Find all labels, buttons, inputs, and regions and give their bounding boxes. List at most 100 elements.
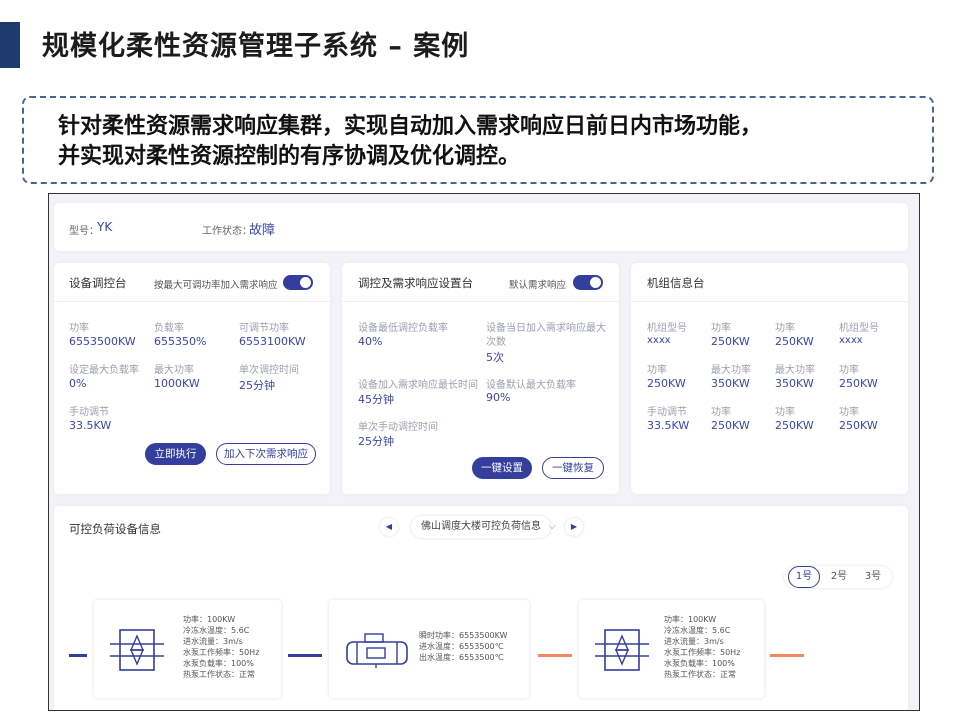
default-response-toggle-label: 默认需求响应	[509, 280, 567, 291]
slide-title: 规模化柔性资源管理子系统 – 案例	[42, 31, 470, 62]
caret-right-icon[interactable]: ▶	[565, 518, 583, 536]
field-label: 可调节功率	[239, 323, 289, 334]
max-power-toggle[interactable]	[283, 275, 313, 290]
unit-label: 功率	[647, 365, 667, 376]
return-pipe	[770, 654, 804, 657]
description-line-1: 针对柔性资源需求响应集群，实现自动加入需求响应日前日内市场功能，	[58, 114, 763, 139]
supply-pipe	[288, 654, 322, 657]
stat-line: 冷冻水温度：5.6C	[664, 626, 731, 635]
unit-label: 最大功率	[711, 365, 751, 376]
divider	[342, 301, 619, 302]
device-card[interactable]: 瞬时功率：6553500KW 进水温度：6553500℃ 出水温度：655350…	[329, 600, 529, 698]
tab-unit-3[interactable]: 3号	[858, 566, 888, 588]
stat-line: 瞬时功率：6553500KW	[419, 631, 508, 640]
field-label: 设备加入需求响应最长时间	[358, 380, 478, 391]
unit-label: 最大功率	[775, 365, 815, 376]
unit-label: 功率	[839, 365, 859, 376]
tab-unit-1[interactable]: 1号	[788, 566, 820, 588]
field-value: 655350%	[154, 335, 207, 348]
unit-label: 功率	[775, 407, 795, 418]
device-panel-title: 设备调控台	[69, 276, 127, 290]
response-settings-panel: 调控及需求响应设置台 默认需求响应 设备最低调控负载率 40% 设备当日加入需求…	[342, 263, 619, 494]
divider	[54, 301, 330, 302]
app-screenshot: 型号： YK 工作状态： 故障 设备调控台 按最大可调功率加入需求响应 功率 6…	[48, 193, 920, 711]
slide-description: 针对柔性资源需求响应集群，实现自动加入需求响应日前日内市场功能， 并实现对柔性资…	[58, 112, 918, 172]
device-control-panel: 设备调控台 按最大可调功率加入需求响应 功率 6553500KW 负载率 655…	[54, 263, 330, 494]
field-value[interactable]: 25分钟	[358, 433, 394, 449]
unit-value: 250KW	[775, 335, 814, 348]
one-click-restore-button[interactable]: 一键恢复	[542, 457, 604, 479]
stat-line: 热泵工作状态：正常	[183, 670, 255, 679]
response-panel-title: 调控及需求响应设置台	[358, 276, 473, 290]
field-label: 次数	[486, 337, 506, 348]
field-label: 设备当日加入需求响应最大	[486, 323, 606, 334]
field-label: 最大功率	[154, 365, 194, 376]
default-response-toggle[interactable]	[573, 275, 603, 290]
field-value[interactable]: 5次	[486, 349, 504, 365]
model-label: 型号：	[69, 226, 99, 237]
unit-label: 功率	[775, 323, 795, 334]
field-label: 单次调控时间	[239, 365, 299, 376]
field-value[interactable]: 90%	[486, 391, 510, 404]
caret-left-icon[interactable]: ◀	[380, 518, 398, 536]
execute-now-button[interactable]: 立即执行	[145, 443, 206, 465]
field-value: 1000KW	[154, 377, 200, 390]
stat-line: 水泵负载率：100%	[183, 659, 254, 668]
load-device-panel: 可控负荷设备信息 ◀ 佛山调度大楼可控负荷信息 ⌵ ▶ 1号 2号 3号 功率：…	[54, 506, 908, 710]
unit-label: 机组型号	[647, 323, 687, 334]
field-label: 负载率	[154, 323, 184, 334]
unit-value: xxxx	[839, 335, 863, 346]
tab-unit-2[interactable]: 2号	[824, 566, 854, 588]
cooling-tower-icon	[595, 629, 649, 671]
status-label: 工作状态：	[202, 226, 252, 237]
unit-value: xxxx	[647, 335, 671, 346]
manual-adjust-value[interactable]: 33.5KW	[69, 419, 111, 432]
supply-pipe	[69, 654, 87, 657]
device-card[interactable]: 功率：100KW 冷冻水温度：5.6C 进水流量：3m/s 水泵工作频率：50H…	[94, 600, 281, 698]
chiller-icon	[346, 633, 408, 668]
unit-label: 功率	[711, 323, 731, 334]
stat-line: 功率：100KW	[183, 615, 236, 624]
unit-label: 功率	[711, 407, 731, 418]
status-header: 型号： YK 工作状态： 故障	[54, 203, 908, 251]
device-card[interactable]: 功率：100KW 冷冻水温度：5.6C 进水流量：3m/s 水泵工作频率：50H…	[579, 600, 764, 698]
site-select[interactable]: 佛山调度大楼可控负荷信息 ⌵	[411, 516, 556, 538]
unit-value: 350KW	[711, 377, 750, 390]
unit-panel-title: 机组信息台	[647, 276, 705, 290]
status-value: 故障	[249, 223, 276, 238]
field-value: 25分钟	[239, 379, 275, 392]
field-label: 设备最低调控负载率	[358, 323, 448, 334]
field-value[interactable]: 45分钟	[358, 391, 394, 407]
site-select-value: 佛山调度大楼可控负荷信息	[421, 521, 541, 532]
device-stats: 瞬时功率：6553500KW 进水温度：6553500℃ 出水温度：655350…	[419, 630, 508, 663]
stat-line: 水泵负载率：100%	[664, 659, 735, 668]
return-pipe	[538, 654, 572, 657]
stat-line: 进水流量：3m/s	[183, 637, 243, 646]
cooling-tower-icon	[110, 629, 164, 671]
unit-label: 机组型号	[839, 323, 879, 334]
device-stats: 功率：100KW 冷冻水温度：5.6C 进水流量：3m/s 水泵工作频率：50H…	[183, 614, 259, 680]
divider	[631, 301, 908, 302]
unit-info-panel: 机组信息台 机组型号 xxxx 功率 250KW 功率 250KW 机组型号 x…	[631, 263, 908, 494]
field-value: 6553500KW	[69, 335, 136, 348]
stat-line: 进水流量：3m/s	[664, 637, 724, 646]
device-stats: 功率：100KW 冷冻水温度：5.6C 进水流量：3m/s 水泵工作频率：50H…	[664, 614, 740, 680]
stat-line: 功率：100KW	[664, 615, 717, 624]
description-line-2: 并实现对柔性资源控制的有序协调及优化调控。	[58, 144, 521, 169]
unit-value: 250KW	[839, 377, 878, 390]
stat-line: 热泵工作状态：正常	[664, 670, 736, 679]
max-power-toggle-label: 按最大可调功率加入需求响应	[154, 280, 278, 291]
unit-value: 250KW	[711, 335, 750, 348]
field-label: 设备默认最大负载率	[486, 380, 576, 391]
unit-tabs: 1号 2号 3号	[784, 566, 892, 588]
field-label: 手动调节	[69, 407, 109, 418]
unit-value: 250KW	[711, 419, 750, 432]
one-click-set-button[interactable]: 一键设置	[472, 457, 532, 479]
field-label: 设定最大负载率	[69, 365, 139, 376]
model-value: YK	[97, 220, 113, 234]
unit-value: 250KW	[775, 419, 814, 432]
field-label: 单次手动调控时间	[358, 422, 438, 433]
field-value[interactable]: 40%	[358, 335, 382, 348]
join-next-response-button[interactable]: 加入下次需求响应	[216, 443, 316, 465]
load-panel-title: 可控负荷设备信息	[69, 522, 161, 536]
